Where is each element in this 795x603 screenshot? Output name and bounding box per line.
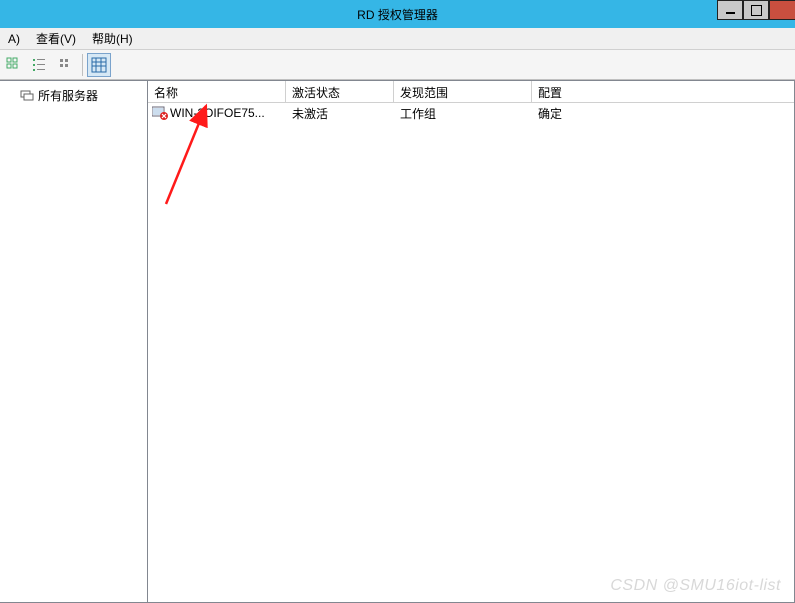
tree-item-label: 所有服务器 xyxy=(38,87,98,104)
title-bar: RD 授权管理器 xyxy=(0,0,795,28)
toolbar-view-2[interactable] xyxy=(28,53,52,77)
window-title: RD 授权管理器 xyxy=(357,6,438,23)
toolbar-view-1[interactable] xyxy=(2,53,26,77)
maximize-button[interactable] xyxy=(743,0,769,20)
servers-icon xyxy=(20,89,34,103)
menu-view[interactable]: 查看(V) xyxy=(30,28,82,49)
cell-name-text: WIN-2OIFOE75... xyxy=(170,106,265,120)
toolbar xyxy=(0,50,795,80)
toolbar-view-4[interactable] xyxy=(87,53,111,77)
menu-action[interactable]: A) xyxy=(2,30,26,48)
cell-config: 确定 xyxy=(532,104,794,123)
window-controls xyxy=(717,0,795,20)
main-area: 所有服务器 名称 激活状态 发现范围 配置 WIN-2OIFOE75... 未激… xyxy=(0,80,795,603)
minimize-button[interactable] xyxy=(717,0,743,20)
cell-status: 未激活 xyxy=(286,104,394,123)
cell-name: WIN-2OIFOE75... xyxy=(148,105,286,121)
list-header: 名称 激活状态 发现范围 配置 xyxy=(148,81,794,103)
server-error-icon xyxy=(152,106,168,120)
column-activation-status[interactable]: 激活状态 xyxy=(286,81,394,102)
tree-all-servers[interactable]: 所有服务器 xyxy=(0,85,147,106)
toolbar-separator xyxy=(82,54,83,76)
content-pane: 名称 激活状态 发现范围 配置 WIN-2OIFOE75... 未激活 工作组 … xyxy=(148,80,795,603)
menu-help[interactable]: 帮助(H) xyxy=(86,28,139,49)
sidebar: 所有服务器 xyxy=(0,80,148,603)
table-row[interactable]: WIN-2OIFOE75... 未激活 工作组 确定 xyxy=(148,103,794,123)
column-discovery-scope[interactable]: 发现范围 xyxy=(394,81,532,102)
column-name[interactable]: 名称 xyxy=(148,81,286,102)
column-configuration[interactable]: 配置 xyxy=(532,81,794,102)
cell-scope: 工作组 xyxy=(394,104,532,123)
menu-bar: A) 查看(V) 帮助(H) xyxy=(0,28,795,50)
close-button[interactable] xyxy=(769,0,795,20)
toolbar-view-3[interactable] xyxy=(54,53,78,77)
